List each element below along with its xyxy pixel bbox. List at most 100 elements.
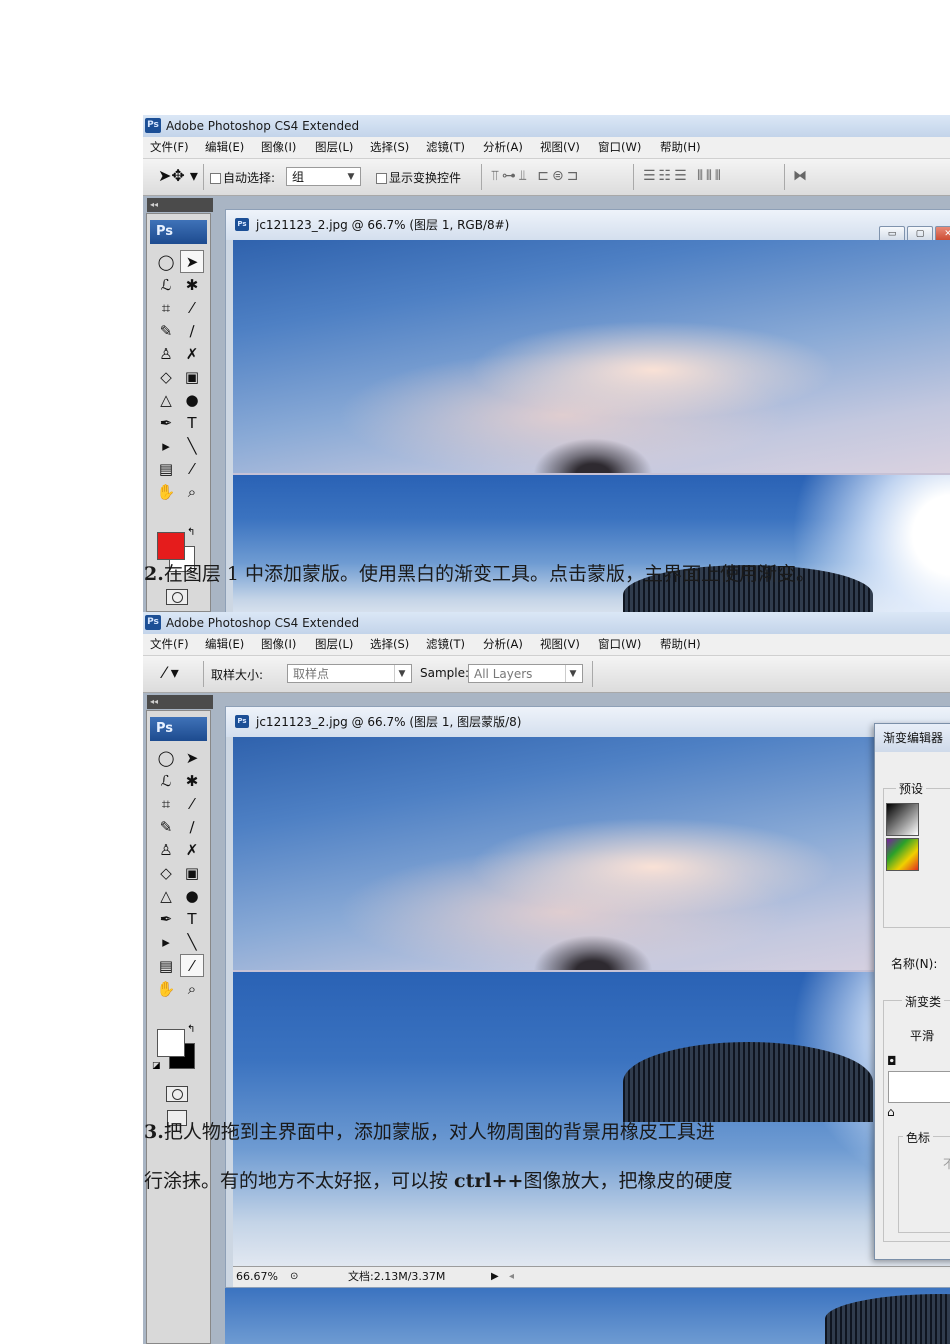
menu-image[interactable]: 图像(I): [261, 137, 296, 158]
auto-align-icon[interactable]: ⧓: [793, 168, 810, 184]
menu-filter[interactable]: 滤镜(T): [426, 137, 465, 158]
scroll-left-icon[interactable]: ◂: [509, 1267, 514, 1287]
type-tool-icon[interactable]: T: [180, 412, 204, 435]
pen-tool-icon[interactable]: ✒: [154, 412, 178, 435]
healing-brush-tool-icon[interactable]: ✎: [154, 320, 178, 343]
toolbox-collapse-icon[interactable]: ◂◂: [147, 198, 213, 212]
menu-window[interactable]: 窗口(W): [598, 634, 641, 655]
healing-brush-tool-icon[interactable]: ✎: [154, 816, 178, 839]
brush-tool-icon[interactable]: ∕: [180, 320, 204, 343]
move-tool-icon[interactable]: ➤: [180, 250, 204, 273]
menu-window[interactable]: 窗口(W): [598, 137, 641, 158]
menu-layer[interactable]: 图层(L): [315, 137, 353, 158]
swap-colors-icon[interactable]: ↰: [187, 1024, 195, 1035]
status-options-icon[interactable]: ⊙: [290, 1267, 298, 1287]
preset-black-white[interactable]: [886, 803, 919, 836]
menu-view[interactable]: 视图(V): [540, 634, 580, 655]
background-image-strip: [225, 1288, 950, 1344]
smoothness-label: 平滑: [910, 1029, 935, 1043]
gradient-tool-icon[interactable]: ▣: [180, 366, 204, 389]
align-icons[interactable]: ⫪⊶⫫ ⊏⊜⊐: [491, 168, 581, 184]
zoom-tool-icon[interactable]: ⌕: [180, 978, 204, 1001]
toolbox-logo: Ps: [150, 717, 207, 741]
color-stop-group: 色标 不: [898, 1129, 950, 1233]
eyedropper-tool-icon[interactable]: ⁄ ▾: [163, 663, 179, 682]
step-3-body-1: 把人物拖到主界面中，添加蒙版，对人物周围的背景用橡皮工具进: [163, 1121, 715, 1143]
notes-tool-icon[interactable]: ▤: [154, 955, 178, 978]
lasso-tool-icon[interactable]: ℒ: [154, 770, 178, 793]
move-tool-icon[interactable]: ➤: [180, 747, 204, 770]
separator: [784, 164, 785, 190]
foreground-color-swatch[interactable]: [157, 1029, 185, 1057]
auto-select-dropdown[interactable]: 组 ▼: [286, 167, 361, 186]
menu-image[interactable]: 图像(I): [261, 634, 296, 655]
preset-spectrum[interactable]: [886, 838, 919, 871]
eyedropper-tool-icon[interactable]: ⁄: [180, 954, 204, 977]
quick-mask-icon[interactable]: [166, 1086, 188, 1102]
hand-tool-icon[interactable]: ✋: [154, 978, 178, 1001]
menu-filter[interactable]: 滤镜(T): [426, 634, 465, 655]
distribute-icons[interactable]: ☰☷☰ ⫴⫴⫴: [643, 168, 724, 184]
gradient-tool-icon[interactable]: ▣: [180, 862, 204, 885]
menu-select[interactable]: 选择(S): [370, 634, 409, 655]
show-transform-checkbox[interactable]: 显示变换控件: [376, 169, 461, 186]
blur-tool-icon[interactable]: △: [154, 389, 178, 412]
sample-size-dropdown[interactable]: 取样点 ▼: [287, 664, 412, 683]
opacity-stop-icon[interactable]: ◘: [887, 1054, 897, 1068]
zoom-tool-icon[interactable]: ⌕: [180, 481, 204, 504]
toolbox-collapse-icon[interactable]: ◂◂: [147, 695, 213, 709]
hand-tool-icon[interactable]: ✋: [154, 481, 178, 504]
line-tool-icon[interactable]: ╲: [180, 435, 204, 458]
eraser-tool-icon[interactable]: ◇: [154, 862, 178, 885]
menu-edit[interactable]: 编辑(E): [205, 137, 244, 158]
eyedropper-tool-icon[interactable]: ⁄: [180, 297, 204, 320]
clone-stamp-tool-icon[interactable]: ♙: [154, 839, 178, 862]
quick-mask-icon[interactable]: [166, 589, 188, 605]
marquee-tool-icon[interactable]: ◯: [154, 251, 178, 274]
history-brush-tool-icon[interactable]: ✗: [180, 839, 204, 862]
brush-tool-icon[interactable]: ∕: [180, 816, 204, 839]
eyedropper-tool-icon[interactable]: ⁄: [180, 793, 204, 816]
default-colors-icon[interactable]: ◪: [152, 1061, 161, 1071]
swap-colors-icon[interactable]: ↰: [187, 527, 195, 538]
color-stop-icon[interactable]: ⌂: [887, 1105, 895, 1119]
menu-file[interactable]: 文件(F): [150, 634, 189, 655]
type-tool-icon[interactable]: T: [180, 908, 204, 931]
clone-stamp-tool-icon[interactable]: ♙: [154, 343, 178, 366]
play-arrow-icon[interactable]: ▶: [491, 1267, 499, 1287]
lasso-tool-icon[interactable]: ℒ: [154, 274, 178, 297]
menu-layer[interactable]: 图层(L): [315, 634, 353, 655]
blur-tool-icon[interactable]: △: [154, 885, 178, 908]
menu-file[interactable]: 文件(F): [150, 137, 189, 158]
crop-tool-icon[interactable]: ⌗: [154, 297, 178, 320]
zoom-level[interactable]: 66.67%: [236, 1267, 278, 1287]
eraser-tool-icon[interactable]: ◇: [154, 366, 178, 389]
magic-wand-tool-icon[interactable]: ✱: [180, 770, 204, 793]
menu-analysis[interactable]: 分析(A): [483, 634, 523, 655]
dodge-tool-icon[interactable]: ●: [180, 885, 204, 908]
menu-analysis[interactable]: 分析(A): [483, 137, 523, 158]
image-canvas[interactable]: [233, 240, 950, 612]
path-selection-tool-icon[interactable]: ▸: [154, 435, 178, 458]
eyedropper-tool-icon[interactable]: ⁄: [180, 458, 204, 481]
gradient-bar[interactable]: [888, 1071, 950, 1103]
dodge-tool-icon[interactable]: ●: [180, 389, 204, 412]
sample-dropdown[interactable]: All Layers ▼: [468, 664, 583, 683]
app-title: Adobe Photoshop CS4 Extended: [166, 616, 360, 630]
menu-help[interactable]: 帮助(H): [660, 634, 701, 655]
foreground-color-swatch[interactable]: [157, 532, 185, 560]
notes-tool-icon[interactable]: ▤: [154, 458, 178, 481]
marquee-tool-icon[interactable]: ◯: [154, 747, 178, 770]
pen-tool-icon[interactable]: ✒: [154, 908, 178, 931]
auto-select-checkbox[interactable]: 自动选择:: [210, 169, 275, 186]
menu-view[interactable]: 视图(V): [540, 137, 580, 158]
menu-select[interactable]: 选择(S): [370, 137, 409, 158]
menu-edit[interactable]: 编辑(E): [205, 634, 244, 655]
line-tool-icon[interactable]: ╲: [180, 931, 204, 954]
menu-help[interactable]: 帮助(H): [660, 137, 701, 158]
crop-tool-icon[interactable]: ⌗: [154, 793, 178, 816]
path-selection-tool-icon[interactable]: ▸: [154, 931, 178, 954]
history-brush-tool-icon[interactable]: ✗: [180, 343, 204, 366]
magic-wand-tool-icon[interactable]: ✱: [180, 274, 204, 297]
move-tool-icon[interactable]: ➤✥ ▾: [158, 166, 198, 185]
